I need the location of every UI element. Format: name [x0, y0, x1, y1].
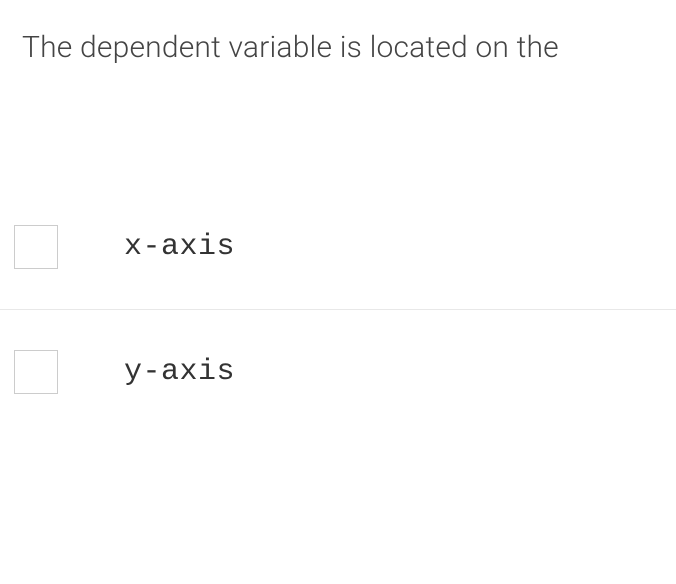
question-text: The dependent variable is located on the [0, 0, 676, 75]
option-row: x-axis [0, 185, 676, 309]
options-list: x-axis y-axis [0, 185, 676, 434]
option-checkbox-x-axis[interactable] [14, 225, 58, 269]
option-label: y-axis [124, 355, 235, 389]
option-checkbox-y-axis[interactable] [14, 350, 58, 394]
option-label: x-axis [124, 230, 235, 264]
option-row: y-axis [0, 310, 676, 434]
